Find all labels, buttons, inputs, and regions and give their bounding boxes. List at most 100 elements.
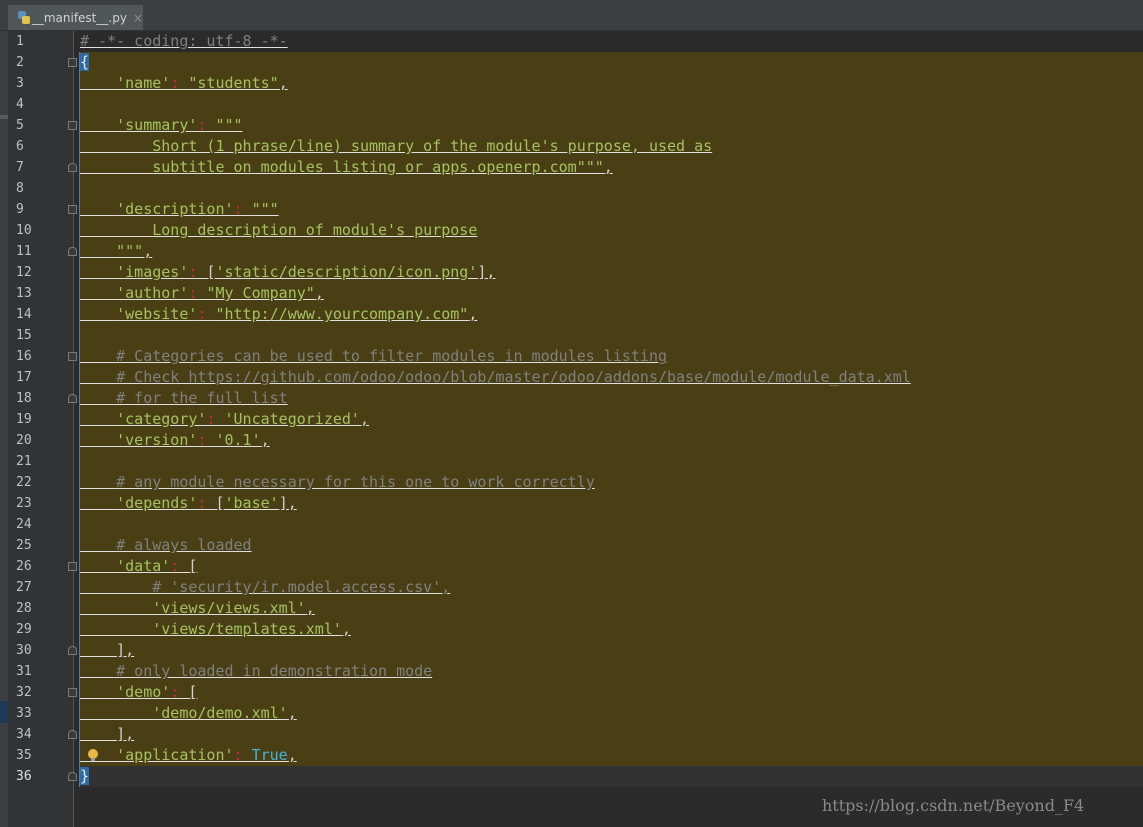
code-token: ,	[468, 305, 478, 323]
code-line[interactable]: Short (1 phrase/line) summary of the mod…	[80, 136, 712, 157]
fold-end-icon[interactable]	[68, 394, 77, 403]
code-line[interactable]: """,	[80, 241, 152, 262]
line-number: 1	[16, 34, 24, 49]
code-token: "students"	[188, 74, 279, 92]
code-line[interactable]: 'images': ['static/description/icon.png'…	[80, 262, 495, 283]
code-line[interactable]: # Check https://github.com/odoo/odoo/blo…	[80, 367, 911, 388]
fold-collapse-icon[interactable]	[68, 58, 77, 67]
code-line[interactable]: 'description': """	[80, 199, 279, 220]
code-token: Short (1 phrase/line) summary of the mod…	[152, 137, 713, 155]
code-line[interactable]: # only loaded in demonstration mode	[80, 661, 432, 682]
code-line[interactable]: 'website': "http://www.yourcompany.com",	[80, 304, 477, 325]
code-line[interactable]: 'author': "My Company",	[80, 283, 324, 304]
code-token: Long description of module's purpose	[152, 221, 478, 239]
code-token: :	[170, 683, 180, 701]
code-token: ,	[603, 158, 613, 176]
code-line[interactable]: 'demo': [	[80, 682, 197, 703]
line-number: 13	[16, 286, 32, 301]
fold-collapse-icon[interactable]	[68, 205, 77, 214]
code-token: }	[80, 767, 90, 785]
code-token: 'demo'	[116, 683, 171, 701]
code-line[interactable]: 'name': "students",	[80, 73, 288, 94]
fold-collapse-icon[interactable]	[68, 688, 77, 697]
code-line[interactable]: subtitle on modules listing or apps.open…	[80, 157, 613, 178]
code-token: 'images'	[116, 263, 189, 281]
code-line[interactable]: }	[80, 766, 90, 787]
fold-end-icon[interactable]	[68, 646, 77, 655]
code-token: 'Uncategorized'	[224, 410, 360, 428]
close-icon[interactable]: ×	[133, 11, 143, 25]
code-line[interactable]: # any module necessary for this one to w…	[80, 472, 595, 493]
line-number: 15	[16, 328, 32, 343]
line-number: 11	[16, 244, 32, 259]
code-line[interactable]: Long description of module's purpose	[80, 220, 477, 241]
code-token: '0.1'	[215, 431, 261, 449]
line-number: 30	[16, 643, 32, 658]
line-number: 10	[16, 223, 32, 238]
code-line[interactable]: ],	[80, 724, 134, 745]
code-line[interactable]: 'data': [	[80, 556, 197, 577]
code-line[interactable]: 'views/templates.xml',	[80, 619, 351, 640]
code-line[interactable]: {	[80, 52, 90, 73]
line-number: 5	[16, 118, 24, 133]
code-area[interactable]: # -*- coding: utf-8 -*- { 'name': "studen…	[80, 31, 1143, 827]
fold-collapse-icon[interactable]	[68, 121, 77, 130]
code-line[interactable]: 'views/views.xml',	[80, 598, 315, 619]
code-line[interactable]: 'summary': """	[80, 115, 243, 136]
code-token: # -*- coding: utf-8 -*-	[80, 32, 288, 50]
code-line[interactable]: 'depends': ['base'],	[80, 493, 297, 514]
code-line[interactable]: # for the full list	[80, 388, 288, 409]
line-number: 16	[16, 349, 32, 364]
code-token: 'data'	[116, 557, 171, 575]
code-token: # any module necessary for this one to w…	[116, 473, 595, 491]
code-token: :	[233, 746, 243, 764]
code-line[interactable]: 'version': '0.1',	[80, 430, 270, 451]
fold-end-icon[interactable]	[68, 730, 77, 739]
code-line[interactable]: 'category': 'Uncategorized',	[80, 409, 369, 430]
fold-end-icon[interactable]	[68, 772, 77, 781]
fold-collapse-icon[interactable]	[68, 352, 77, 361]
line-number: 29	[16, 622, 32, 637]
code-token: True	[251, 746, 288, 764]
python-file-icon	[18, 11, 30, 24]
code-token: 'application'	[116, 746, 234, 764]
line-number: 21	[16, 454, 32, 469]
code-line[interactable]: # Categories can be used to filter modul…	[80, 346, 667, 367]
code-line[interactable]: # -*- coding: utf-8 -*-	[80, 31, 288, 52]
code-token: """	[215, 116, 243, 134]
code-token: {	[80, 53, 90, 71]
code-line[interactable]: 'demo/demo.xml',	[80, 703, 297, 724]
line-number: 31	[16, 664, 32, 679]
code-token: 'views/templates.xml'	[152, 620, 342, 638]
file-tab[interactable]: __manifest__.py ×	[8, 5, 143, 30]
line-number: 3	[16, 76, 24, 91]
code-token: :	[170, 557, 180, 575]
code-line[interactable]: ],	[80, 640, 134, 661]
code-line[interactable]: # always loaded	[80, 535, 251, 556]
fold-end-icon[interactable]	[68, 163, 77, 172]
code-token: subtitle on modules listing or apps.open…	[152, 158, 604, 176]
fold-collapse-icon[interactable]	[68, 562, 77, 571]
line-number: 20	[16, 433, 32, 448]
fold-end-icon[interactable]	[68, 247, 77, 256]
code-line[interactable]: 'application': True,	[80, 745, 297, 766]
code-token: [	[215, 494, 225, 512]
code-line[interactable]: # 'security/ir.model.access.csv',	[80, 577, 450, 598]
code-token: ,	[287, 746, 297, 764]
lightbulb-icon[interactable]	[88, 749, 98, 761]
